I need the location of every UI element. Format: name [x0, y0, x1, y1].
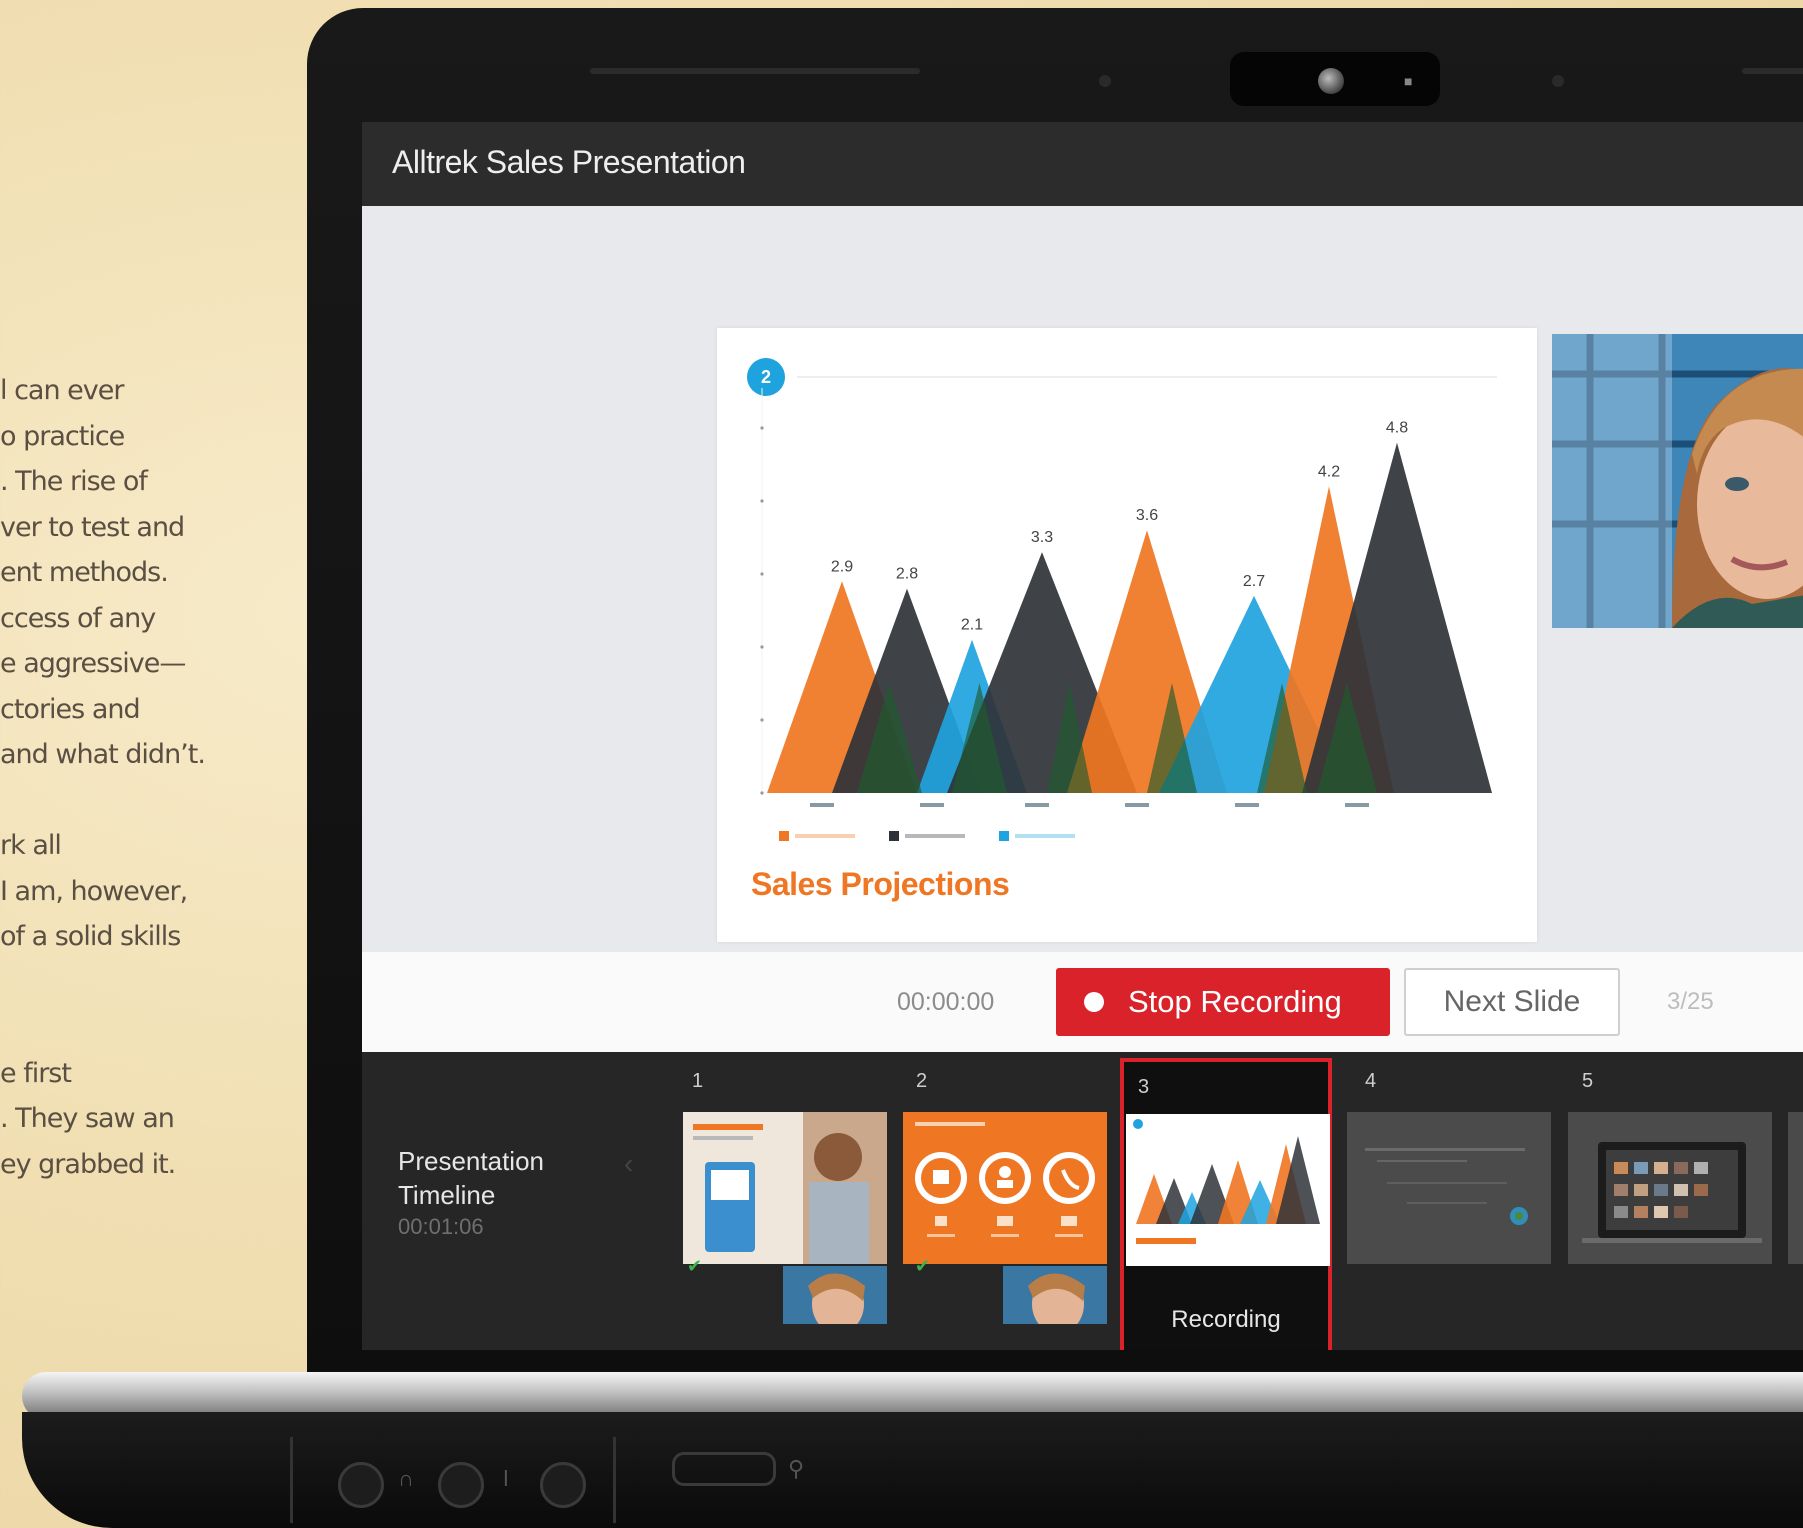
- article-line: ent methods.: [0, 557, 169, 588]
- thumbnail-number: 1: [692, 1070, 704, 1092]
- legend-label: [1015, 834, 1075, 838]
- headphone-icon: ∩: [398, 1466, 414, 1491]
- thumbnail-webcam-2: [1003, 1266, 1107, 1324]
- stop-recording-button[interactable]: Stop Recording: [1056, 968, 1390, 1036]
- article-line: ey grabbed it.: [0, 1148, 176, 1180]
- article-line: ctories and: [0, 693, 141, 725]
- speaker-grille-right: [1742, 68, 1803, 74]
- article-line: . They saw an: [0, 1103, 175, 1134]
- x-tick-label: [1125, 803, 1149, 807]
- chart-data-label: 4.2: [1318, 463, 1340, 480]
- webcam-lens-icon: [1318, 68, 1344, 94]
- article-line: o practice: [0, 420, 125, 452]
- background-article-text: l can ever o practice . The rise of ver …: [0, 368, 230, 1187]
- thumbnail-number: 3: [1138, 1076, 1150, 1098]
- presentation-timeline: Presentation Timeline 00:01:06 ‹ 1 ✔ 2 ✔…: [362, 1052, 1803, 1350]
- timeline-elapsed: 00:01:06: [398, 1214, 484, 1239]
- presenter-webcam: [1552, 334, 1803, 628]
- article-line: rk all: [0, 830, 62, 861]
- slide-counter: 3/25: [1667, 988, 1714, 1015]
- slide-thumbnail-5[interactable]: [1568, 1112, 1772, 1264]
- microphone-port-icon: [540, 1462, 586, 1508]
- chart-data-label: 2.7: [1243, 573, 1265, 590]
- legend-label: [795, 834, 855, 838]
- article-line: [0, 1005, 230, 1051]
- thumbnail-number: 2: [916, 1070, 928, 1092]
- usb-symbol-icon: ⚲: [788, 1456, 805, 1481]
- y-tick: [760, 718, 764, 722]
- completed-check-icon: ✔: [687, 1256, 703, 1276]
- chart-data-label: 2.8: [896, 566, 918, 583]
- sales-chart: 2.9 2.8 2.1 3.3 3.6 2.7 4.2 4.8: [760, 388, 1492, 841]
- webcam-light-icon: ■: [1404, 73, 1413, 89]
- recording-timer: 00:00:00: [897, 988, 995, 1016]
- presenter-video-image: [1552, 334, 1803, 628]
- article-line: I am, however,: [0, 875, 188, 907]
- microphone-icon: ǀ: [503, 1466, 509, 1491]
- scroll-left-icon[interactable]: ‹: [624, 1148, 633, 1180]
- thumbnail-number: 4: [1365, 1070, 1377, 1092]
- app-screen: Alltrek Sales Presentation 2 2.9 2.8 2.1 3.…: [362, 122, 1803, 1350]
- thumbnail-webcam-1: [783, 1266, 887, 1324]
- recording-status-label: Recording: [1171, 1306, 1281, 1333]
- article-line: [0, 960, 230, 1006]
- x-tick-label: [920, 803, 944, 807]
- audio-port-icon: [338, 1462, 384, 1508]
- y-tick: [760, 791, 764, 795]
- x-tick-label: [810, 803, 834, 807]
- chart-data-label: 3.6: [1136, 507, 1158, 524]
- article-line: e first: [0, 1057, 72, 1089]
- article-line: and what didn’t.: [0, 739, 206, 770]
- legend-swatch: [889, 831, 899, 841]
- headphone-port-icon: [438, 1462, 484, 1508]
- next-slide-button[interactable]: Next Slide: [1404, 968, 1620, 1036]
- article-line: e aggressive—: [0, 648, 186, 679]
- slide-title: Sales Projections: [751, 866, 1010, 902]
- current-slide-frame[interactable]: 3 Recording: [1120, 1058, 1332, 1350]
- usb-port-icon: [672, 1452, 776, 1486]
- completed-check-icon: ✔: [915, 1256, 931, 1276]
- article-line: . The rise of: [0, 466, 148, 497]
- article-line: ver to test and: [0, 511, 185, 543]
- slide-thumbnail-2[interactable]: [903, 1112, 1107, 1264]
- thumbnail-number: 5: [1582, 1070, 1594, 1092]
- app-title: Alltrek Sales Presentation: [392, 144, 746, 180]
- chart-data-label: 4.8: [1386, 420, 1408, 437]
- stop-recording-label: Stop Recording: [1128, 984, 1342, 1019]
- timeline-title: Presentation Timeline: [398, 1146, 544, 1210]
- current-slide: 2 2.9 2.8 2.1 3.3 3.6 2.7 4.2 4.8 Sales Project…: [717, 328, 1537, 942]
- chart-data-label: 2.1: [961, 617, 983, 634]
- article-line: l can ever: [0, 375, 124, 406]
- x-tick-label: [1235, 803, 1259, 807]
- y-tick: [760, 426, 764, 430]
- slide-thumbnail-6-partial[interactable]: [1788, 1112, 1803, 1264]
- slide-stage: 2 2.9 2.8 2.1 3.3 3.6 2.7 4.2 4.8 Sales Project…: [362, 206, 1803, 952]
- slide-thumbnail-1[interactable]: [683, 1112, 887, 1264]
- sensor-dot-right: [1552, 75, 1564, 87]
- sensor-dot-left: [1099, 75, 1111, 87]
- chart-data-label: 2.9: [831, 558, 853, 575]
- speaker-grille-left: [590, 68, 920, 74]
- y-tick: [760, 572, 764, 576]
- legend-swatch: [779, 831, 789, 841]
- record-dot-icon: [1084, 992, 1104, 1012]
- legend-swatch: [999, 831, 1009, 841]
- x-tick-label: [1345, 803, 1369, 807]
- article-line: of a solid skills: [0, 921, 181, 952]
- article-line: ccess of any: [0, 602, 156, 634]
- x-tick-label: [1025, 803, 1049, 807]
- legend-label: [905, 834, 965, 838]
- y-tick: [760, 499, 764, 503]
- recording-controls: 00:00:00 Stop Recording Next Slide 3/25: [362, 952, 1803, 1052]
- slide-thumbnail-3: [1126, 1114, 1330, 1266]
- chart-data-label: 3.3: [1031, 529, 1053, 546]
- title-bar: Alltrek Sales Presentation: [362, 122, 1803, 206]
- slide-thumbnail-4[interactable]: [1347, 1112, 1551, 1264]
- y-tick: [760, 645, 764, 649]
- article-line: [0, 778, 230, 824]
